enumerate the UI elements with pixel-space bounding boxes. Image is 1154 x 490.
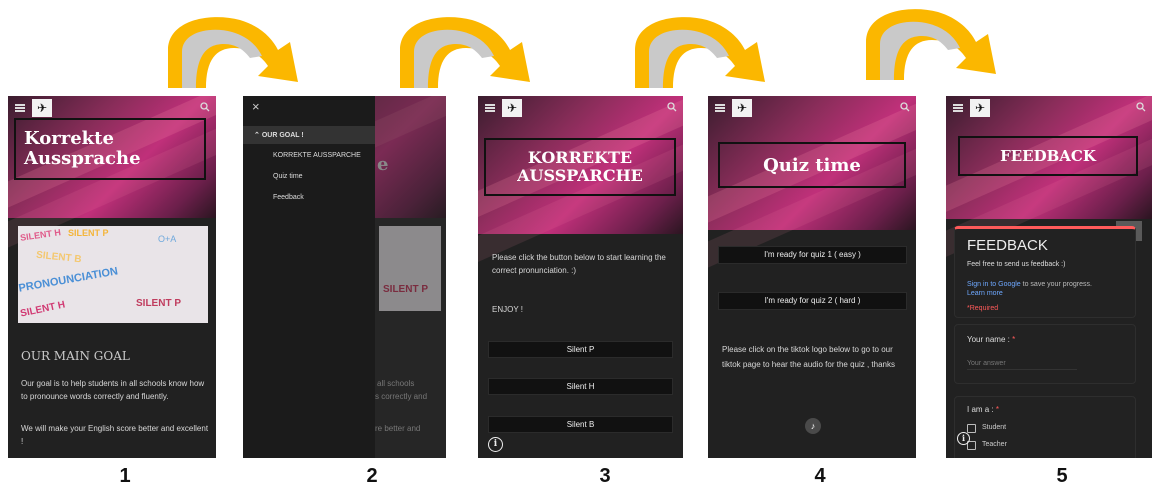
section-heading: OUR MAIN GOAL: [21, 349, 130, 363]
flow-arrow-4: [866, 9, 996, 80]
screen-quiz-time: ✈ Quiz time I'm ready for quiz 1 ( easy …: [708, 96, 916, 458]
question-label: Your name : *: [967, 335, 1016, 344]
tiktok-instructions: Please click on the tiktok logo below to…: [722, 345, 895, 369]
learn-more-link[interactable]: Learn more: [967, 290, 1003, 297]
top-bar: ✈: [946, 96, 1152, 122]
top-bar: ✈: [708, 96, 916, 122]
top-bar: ✈: [478, 96, 683, 122]
screen-home: ✈ Korrekte Aussprache SILENT H SILENT P O…: [8, 96, 216, 458]
menu-icon[interactable]: [485, 104, 495, 112]
tiktok-icon[interactable]: ♪: [805, 418, 821, 434]
search-icon[interactable]: [900, 102, 910, 112]
page-title: KORREKTE AUSSPARCHE: [484, 138, 676, 196]
menu-icon[interactable]: [715, 104, 725, 112]
step-number: 1: [119, 465, 131, 487]
flow-arrow-2: [400, 17, 530, 88]
page-title: FEEDBACK: [958, 136, 1138, 176]
sign-in-link[interactable]: Sign in to Google: [967, 281, 1021, 288]
flow-arrow-3: [635, 17, 765, 88]
goal-paragraph: Our goal is to help students in all scho…: [21, 379, 205, 401]
nav-item-korrekte[interactable]: KORREKTE AUSSPARCHE: [243, 152, 375, 159]
search-icon[interactable]: [200, 102, 210, 112]
screen-feedback: ✈ FEEDBACK ⧉ FEEDBACK Feel free to send …: [946, 96, 1152, 458]
nav-item-quiz-time[interactable]: Quiz time: [243, 173, 375, 180]
step-number: 4: [814, 465, 826, 487]
required-note: *Required: [967, 305, 999, 312]
student-checkbox[interactable]: [967, 424, 976, 433]
search-icon[interactable]: [1136, 102, 1146, 112]
option-label: Student: [982, 424, 1007, 431]
airplane-logo[interactable]: ✈: [732, 99, 752, 117]
goal-paragraph-2: We will make your English score better a…: [21, 424, 209, 446]
step-number: 3: [599, 465, 611, 487]
sign-in-notice: Sign in to Google to save your progress.…: [967, 281, 1092, 297]
pronunciation-image: SILENT H SILENT P O+A SILENT B PRONOUNCI…: [18, 226, 208, 323]
info-icon[interactable]: i: [957, 432, 970, 445]
screen-menu-open: e SILENT P all schools s correctly and r…: [243, 96, 446, 458]
question-role-card: I am a : * Student Teacher: [954, 396, 1136, 458]
background-title-fragment: e: [377, 154, 389, 175]
silent-b-button[interactable]: Silent B: [488, 416, 673, 433]
page-title: Korrekte Aussprache: [14, 118, 206, 180]
step-number: 2: [366, 465, 378, 487]
chevron-up-icon: ⌃: [254, 132, 260, 139]
airplane-logo[interactable]: ✈: [970, 99, 990, 117]
background-image-fragment: SILENT P: [379, 226, 441, 311]
nav-item-feedback[interactable]: Feedback: [243, 194, 375, 201]
menu-icon[interactable]: [953, 104, 963, 112]
page-title: Quiz time: [718, 142, 906, 188]
nav-item-our-goal[interactable]: ⌃ OUR GOAL !: [243, 126, 375, 144]
info-icon[interactable]: i: [488, 437, 503, 452]
menu-icon[interactable]: [15, 104, 25, 112]
silent-p-button[interactable]: Silent P: [488, 341, 673, 358]
question-name-card: Your name : * Your answer: [954, 324, 1136, 384]
search-icon[interactable]: [667, 102, 677, 112]
name-input[interactable]: Your answer: [967, 360, 1077, 370]
airplane-logo[interactable]: ✈: [32, 99, 52, 117]
nav-drawer: × ⌃ OUR GOAL ! KORREKTE AUSSPARCHE Quiz …: [243, 96, 375, 458]
form-header-card: FEEDBACK Feel free to send us feedback :…: [954, 226, 1136, 318]
form-description: Feel free to send us feedback :): [967, 261, 1066, 268]
enjoy-text: ENJOY !: [492, 305, 523, 314]
intro-text: Please click the button below to start l…: [492, 253, 666, 275]
option-label: Teacher: [982, 441, 1007, 448]
flow-arrow-1: [168, 17, 298, 88]
close-icon[interactable]: ×: [252, 99, 260, 114]
quiz-2-button[interactable]: I'm ready for quiz 2 ( hard ): [718, 292, 907, 310]
step-number: 5: [1056, 465, 1068, 487]
quiz-1-button[interactable]: I'm ready for quiz 1 ( easy ): [718, 246, 907, 264]
silent-h-button[interactable]: Silent H: [488, 378, 673, 395]
form-title: FEEDBACK: [967, 237, 1048, 254]
screen-korrekte-aussprache: ✈ KORREKTE AUSSPARCHE Please click the bu…: [478, 96, 683, 458]
airplane-logo[interactable]: ✈: [502, 99, 522, 117]
question-label: I am a : *: [967, 405, 1000, 414]
